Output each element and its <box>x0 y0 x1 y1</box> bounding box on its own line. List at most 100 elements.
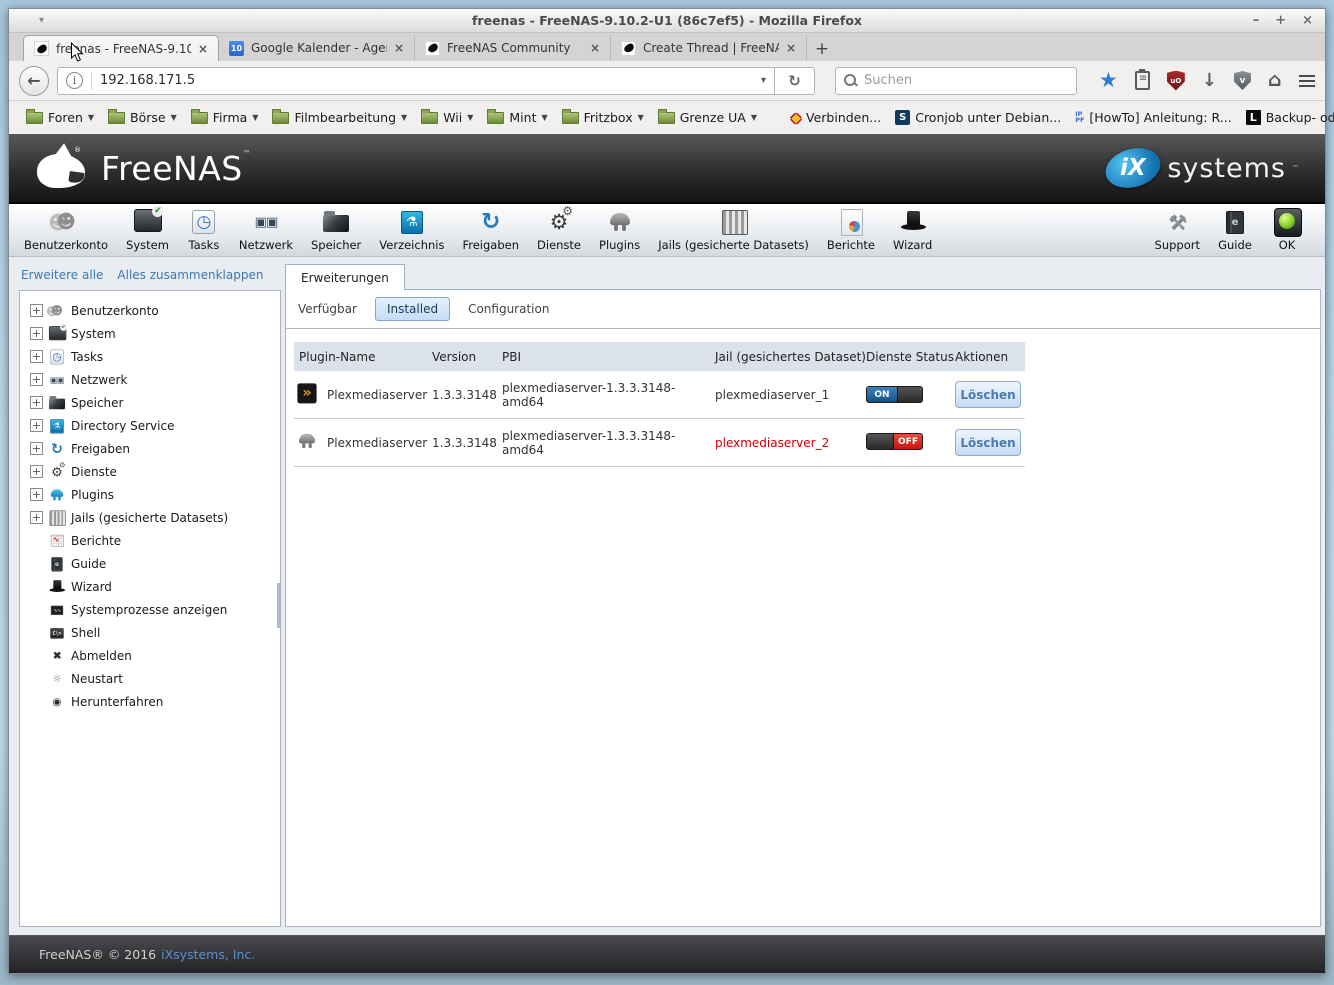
expand-plus-icon[interactable]: + <box>30 396 43 409</box>
service-status-toggle[interactable]: OFF <box>866 433 923 450</box>
bookmark-link[interactable]: Backup- oder FTP-Ers... <box>1239 106 1334 130</box>
window-titlebar[interactable]: ▾ freenas - FreeNAS-9.10.2-U1 (86c7ef5) … <box>9 9 1325 33</box>
tab-close-icon[interactable]: × <box>394 41 404 55</box>
expand-plus-icon[interactable]: + <box>30 488 43 501</box>
new-tab-button[interactable]: + <box>807 37 837 61</box>
tab-close-icon[interactable]: × <box>198 42 208 56</box>
browser-tab[interactable]: Google Kalender - Agend... × <box>219 35 415 61</box>
sidebar-item[interactable]: + Dienste <box>24 460 276 483</box>
bookmark-folder[interactable]: Filmbearbeitung ▼ <box>265 106 414 130</box>
subtab[interactable]: Verfügbar <box>296 298 359 320</box>
bookmark-link[interactable]: Cronjob unter Debian... <box>888 106 1068 130</box>
bookmark-link[interactable]: [HowTo] Anleitung: R... <box>1068 106 1239 130</box>
toolbar-item[interactable]: Benutzerkonto <box>15 207 117 252</box>
sidebar-item[interactable]: + Benutzerkonto <box>24 299 276 322</box>
search-input[interactable] <box>864 73 1069 88</box>
sidebar-scrollbar[interactable] <box>277 583 280 628</box>
sidebar-item[interactable]: + Freigaben <box>24 437 276 460</box>
browser-tab[interactable]: FreeNAS Community × <box>415 35 611 61</box>
bookmark-link[interactable]: Verbinden... <box>784 106 888 130</box>
sidebar-item[interactable]: + Speicher <box>24 391 276 414</box>
toolbar-item[interactable]: Speicher <box>302 207 370 252</box>
expand-plus-icon[interactable]: + <box>30 442 43 455</box>
toolbar-item[interactable]: Dienste <box>528 204 590 252</box>
toolbar-item[interactable]: OK <box>1261 207 1313 252</box>
subtab[interactable]: Installed <box>374 297 451 321</box>
toolbar-item[interactable]: Guide <box>1209 207 1261 252</box>
bookmark-folder[interactable]: Fritzbox ▼ <box>555 106 651 130</box>
ublock-shield-icon[interactable] <box>1166 70 1185 91</box>
sidebar-item[interactable]: + Tasks <box>24 345 276 368</box>
network-icon <box>46 370 67 389</box>
subtab[interactable]: Configuration <box>466 298 551 320</box>
sidebar-item[interactable]: + Berichte <box>24 529 276 552</box>
sidebar-item[interactable]: + Neustart <box>24 667 276 690</box>
sidebar-item[interactable]: + Wizard <box>24 575 276 598</box>
toolbar-item[interactable]: Berichte <box>818 207 884 252</box>
sidebar-item[interactable]: + Systemprozesse anzeigen <box>24 598 276 621</box>
expand-plus-icon[interactable]: + <box>30 465 43 478</box>
bookmark-folder[interactable]: Wii ▼ <box>414 106 480 130</box>
toolbar-item[interactable]: Support <box>1146 207 1209 252</box>
guide-icon <box>1218 207 1252 237</box>
bookmark-folder[interactable]: Firma ▼ <box>184 106 266 130</box>
bookmark-folder[interactable]: Börse ▼ <box>101 106 184 130</box>
bookmark-folder[interactable]: Mint ▼ <box>480 106 554 130</box>
shield-check-icon[interactable] <box>1233 71 1251 90</box>
reading-list-icon[interactable] <box>1134 69 1150 90</box>
delete-button[interactable]: Löschen <box>955 381 1021 408</box>
url-dropdown-icon[interactable]: ▾ <box>761 75 766 86</box>
sidebar-item[interactable]: + Shell <box>24 621 276 644</box>
expand-plus-icon[interactable]: + <box>30 304 43 317</box>
toolbar-item[interactable]: Wizard <box>884 207 941 252</box>
sidebar-item[interactable]: + System <box>24 322 276 345</box>
sidebar-item[interactable]: + Herunterfahren <box>24 690 276 713</box>
table-header: Plugin-Name Version PBI Jail (gesicherte… <box>294 342 1025 371</box>
home-icon[interactable]: ⌂ <box>1268 71 1282 90</box>
reload-button[interactable] <box>775 66 815 95</box>
sidebar-item[interactable]: + Abmelden <box>24 644 276 667</box>
expand-plus-icon[interactable]: + <box>30 373 43 386</box>
tab-close-icon[interactable]: × <box>590 41 600 55</box>
browser-tab[interactable]: freenas - FreeNAS-9.10.2... × <box>23 35 219 61</box>
back-button[interactable] <box>19 65 49 96</box>
expand-plus-icon[interactable]: + <box>30 511 43 524</box>
expand-all-link[interactable]: Erweitere alle <box>21 268 103 282</box>
search-box[interactable] <box>835 66 1077 95</box>
bookmark-folder[interactable]: Grenze UA ▼ <box>651 106 764 130</box>
sidebar-item[interactable]: + Plugins <box>24 483 276 506</box>
toolbar-item[interactable]: Freigaben <box>453 207 528 252</box>
close-button[interactable]: × <box>1302 14 1313 27</box>
expand-plus-icon[interactable]: + <box>30 350 43 363</box>
sidebar-item[interactable]: + Jails (gesicherte Datasets) <box>24 506 276 529</box>
sidebar-item[interactable]: + Guide <box>24 552 276 575</box>
delete-button[interactable]: Löschen <box>955 429 1021 456</box>
expand-plus-icon[interactable]: + <box>30 327 43 340</box>
toolbar-item[interactable]: Netzwerk <box>230 207 302 252</box>
browser-tab[interactable]: Create Thread | FreeNA... × <box>611 35 807 61</box>
expand-plus-icon[interactable]: + <box>30 419 43 432</box>
download-icon[interactable]: ↓ <box>1202 71 1217 90</box>
collapse-all-link[interactable]: Alles zusammenklappen <box>117 268 263 282</box>
ixsystems-link[interactable]: iXsystems, Inc. <box>161 947 255 962</box>
folder-icon <box>487 108 505 124</box>
processes-icon <box>46 600 67 619</box>
sidebar-item[interactable]: + Directory Service <box>24 414 276 437</box>
service-status-toggle[interactable]: ON <box>866 386 923 404</box>
toolbar-item[interactable]: System <box>117 206 178 252</box>
site-info-icon[interactable] <box>66 72 83 89</box>
tab-erweiterungen[interactable]: Erweiterungen <box>285 264 405 291</box>
url-bar[interactable]: ▾ <box>57 66 775 95</box>
sidebar-item[interactable]: + Netzwerk <box>24 368 276 391</box>
tab-close-icon[interactable]: × <box>786 41 796 55</box>
bookmark-folder[interactable]: Foren ▼ <box>19 106 101 130</box>
toolbar-item[interactable]: Jails (gesicherte Datasets) <box>649 207 818 252</box>
toolbar-item[interactable]: Plugins <box>590 207 649 252</box>
toolbar-item[interactable]: Verzeichnis <box>370 207 453 252</box>
toolbar-item[interactable]: Tasks <box>178 207 230 252</box>
hamburger-menu-icon[interactable] <box>1298 74 1315 77</box>
minimize-button[interactable]: – <box>1253 14 1260 27</box>
url-input[interactable] <box>100 73 753 88</box>
maximize-button[interactable]: + <box>1275 14 1286 27</box>
bookmark-star-icon[interactable]: ★ <box>1099 70 1118 91</box>
